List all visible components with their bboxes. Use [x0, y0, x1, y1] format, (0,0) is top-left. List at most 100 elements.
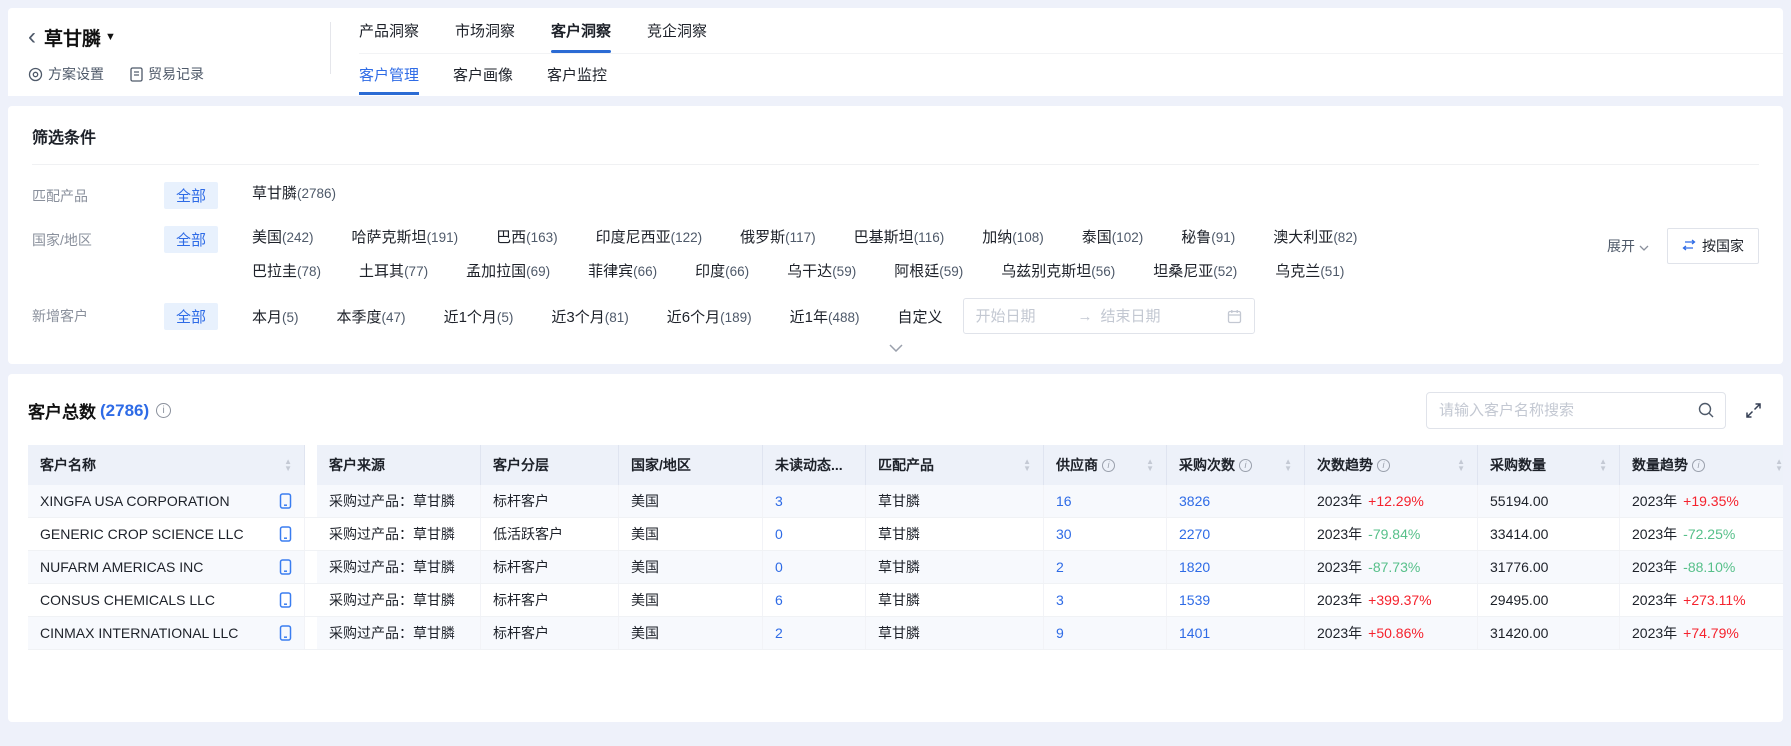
column-header-times-trend[interactable]: 次数趋势i ▲▼ — [1305, 445, 1478, 485]
time-filter-item[interactable]: 近6个月(189) — [667, 306, 752, 327]
secondary-tab[interactable]: 客户画像 — [453, 54, 513, 95]
country-filter-item[interactable]: 加纳(108) — [982, 226, 1044, 247]
country-filter-item[interactable]: 巴拉圭(78) — [252, 260, 321, 281]
country-filter-item[interactable]: 孟加拉国(69) — [466, 260, 550, 281]
search-icon[interactable] — [1697, 401, 1715, 424]
start-date-input[interactable] — [976, 308, 1070, 325]
secondary-tab[interactable]: 客户管理 — [359, 54, 419, 95]
time-filter-item[interactable]: 本季度(47) — [337, 306, 406, 327]
column-header-suppliers[interactable]: 供应商i ▲▼ — [1044, 445, 1167, 485]
column-header-purchase-quantity[interactable]: 采购数量 ▲▼ — [1478, 445, 1620, 485]
sort-icon[interactable]: ▲▼ — [1015, 458, 1031, 472]
trade-records-button[interactable]: 贸易记录 — [130, 64, 204, 84]
country-filter-item[interactable]: 乌克兰(51) — [1275, 260, 1344, 281]
table-row[interactable]: GENERIC CROP SCIENCE LLC 采购过产品：草甘膦 低活跃客户… — [28, 518, 1783, 551]
country-filter-item[interactable]: 菲律宾(66) — [588, 260, 657, 281]
cell-customer-tier: 标杆客户 — [481, 485, 619, 517]
country-filter-item[interactable]: 坦桑尼亚(52) — [1153, 260, 1237, 281]
info-circle-icon[interactable]: i — [1102, 459, 1115, 472]
table-row[interactable]: CINMAX INTERNATIONAL LLC 采购过产品：草甘膦 标杆客户 … — [28, 617, 1783, 650]
info-circle-icon[interactable]: i — [1239, 459, 1252, 472]
cell-purchase-times-link[interactable]: 1820 — [1167, 551, 1305, 583]
info-circle-icon[interactable]: i — [1377, 459, 1390, 472]
column-header-customer-name[interactable]: 客户名称 ▲▼ — [28, 445, 305, 485]
time-filter-item[interactable]: 近1个月(5) — [444, 306, 514, 327]
column-header-purchase-times[interactable]: 采购次数i ▲▼ — [1167, 445, 1305, 485]
primary-tab[interactable]: 竞企洞察 — [647, 8, 707, 53]
phone-contact-icon[interactable] — [279, 625, 292, 641]
phone-contact-icon[interactable] — [279, 592, 292, 608]
country-filter-item[interactable]: 美国(242) — [252, 226, 314, 247]
cell-suppliers-link[interactable]: 2 — [1044, 551, 1167, 583]
sort-icon[interactable]: ▲▼ — [1449, 458, 1465, 472]
sort-icon[interactable]: ▲▼ — [1276, 458, 1292, 472]
filter-all-chip[interactable]: 全部 — [164, 226, 218, 253]
phone-contact-icon[interactable] — [279, 559, 292, 575]
table-row[interactable]: CONSUS CHEMICALS LLC 采购过产品：草甘膦 标杆客户 美国 6… — [28, 584, 1783, 617]
country-filter-item[interactable]: 澳大利亚(82) — [1273, 226, 1357, 247]
end-date-input[interactable] — [1101, 308, 1195, 325]
country-filter-item[interactable]: 乌干达(59) — [787, 260, 856, 281]
cell-unread-link[interactable]: 6 — [763, 584, 866, 616]
info-circle-icon[interactable]: i — [156, 403, 171, 418]
plan-settings-button[interactable]: 方案设置 — [28, 64, 104, 84]
country-filter-item[interactable]: 俄罗斯(117) — [740, 226, 816, 247]
country-filter-item[interactable]: 阿根廷(59) — [894, 260, 963, 281]
time-filter-item[interactable]: 近1年(488) — [790, 306, 860, 327]
cell-purchase-times-link[interactable]: 2270 — [1167, 518, 1305, 550]
column-header-quantity-trend[interactable]: 数量趋势i ▲▼ — [1620, 445, 1783, 485]
cell-suppliers-link[interactable]: 9 — [1044, 617, 1167, 649]
table-header-row: 客户名称 ▲▼ 客户来源 客户分层 国家/地区 未读动态... 匹配产品 ▲▼ … — [28, 445, 1783, 485]
filter-all-chip[interactable]: 全部 — [164, 182, 218, 209]
country-filter-item[interactable]: 秘鲁(91) — [1181, 226, 1235, 247]
cell-purchase-times-link[interactable]: 1539 — [1167, 584, 1305, 616]
filter-all-chip[interactable]: 全部 — [164, 303, 218, 330]
country-filter-item[interactable]: 印度(66) — [695, 260, 749, 281]
date-range-picker[interactable]: → — [963, 298, 1255, 334]
info-circle-icon[interactable]: i — [1692, 459, 1705, 472]
cell-unread-link[interactable]: 3 — [763, 485, 866, 517]
sort-icon[interactable]: ▲▼ — [276, 458, 292, 472]
country-filter-item[interactable]: 巴西(163) — [496, 226, 558, 247]
customer-search-input[interactable] — [1427, 402, 1725, 419]
time-filter-item[interactable]: 本月(5) — [252, 306, 299, 327]
cell-suppliers-link[interactable]: 16 — [1044, 485, 1167, 517]
table-row[interactable]: NUFARM AMERICAS INC 采购过产品：草甘膦 标杆客户 美国 0 … — [28, 551, 1783, 584]
country-filter-item[interactable]: 泰国(102) — [1082, 226, 1144, 247]
sort-icon[interactable]: ▲▼ — [1591, 458, 1607, 472]
fullscreen-icon[interactable] — [1744, 401, 1763, 420]
primary-tab[interactable]: 市场洞察 — [455, 8, 515, 53]
cell-unread-link[interactable]: 2 — [763, 617, 866, 649]
primary-tab[interactable]: 客户洞察 — [551, 8, 611, 53]
country-filter-item[interactable]: 巴基斯坦(116) — [854, 226, 945, 247]
cell-suppliers-link[interactable]: 30 — [1044, 518, 1167, 550]
cell-purchase-times-link[interactable]: 1401 — [1167, 617, 1305, 649]
by-country-button[interactable]: 按国家 — [1667, 228, 1759, 264]
phone-contact-icon[interactable] — [279, 526, 292, 542]
column-header-matched-product[interactable]: 匹配产品 ▲▼ — [866, 445, 1044, 485]
cell-suppliers-link[interactable]: 3 — [1044, 584, 1167, 616]
calendar-icon[interactable] — [1227, 309, 1242, 324]
sort-icon[interactable]: ▲▼ — [1767, 458, 1783, 472]
country-filter-item[interactable]: 哈萨克斯坦(191) — [352, 226, 459, 247]
cell-purchase-times-link[interactable]: 3826 — [1167, 485, 1305, 517]
cell-times-trend: 2023年 -79.84% — [1305, 518, 1478, 550]
product-filter-item[interactable]: 草甘膦(2786) — [252, 182, 336, 203]
phone-contact-icon[interactable] — [279, 493, 292, 509]
cell-unread-link[interactable]: 0 — [763, 518, 866, 550]
table-row[interactable]: XINGFA USA CORPORATION 采购过产品：草甘膦 标杆客户 美国… — [28, 485, 1783, 518]
customer-table-panel: 客户总数 (2786) i 客户名称 ▲▼ — [8, 374, 1783, 722]
secondary-tab[interactable]: 客户监控 — [547, 54, 607, 95]
time-filter-item[interactable]: 近3个月(81) — [551, 306, 628, 327]
country-filter-item[interactable]: 土耳其(77) — [359, 260, 428, 281]
sort-icon[interactable]: ▲▼ — [1138, 458, 1154, 472]
country-filter-item[interactable]: 乌兹别克斯坦(56) — [1001, 260, 1115, 281]
custom-range-label[interactable]: 自定义 — [897, 306, 942, 327]
title-caret-down-icon[interactable]: ▼ — [105, 31, 116, 43]
expand-link[interactable]: 展开 — [1607, 236, 1649, 256]
country-filter-item[interactable]: 印度尼西亚(122) — [596, 226, 703, 247]
primary-tab[interactable]: 产品洞察 — [359, 8, 419, 53]
cell-unread-link[interactable]: 0 — [763, 551, 866, 583]
collapse-panel-chevron-icon[interactable] — [889, 344, 903, 352]
back-icon[interactable]: ‹ — [28, 26, 36, 48]
